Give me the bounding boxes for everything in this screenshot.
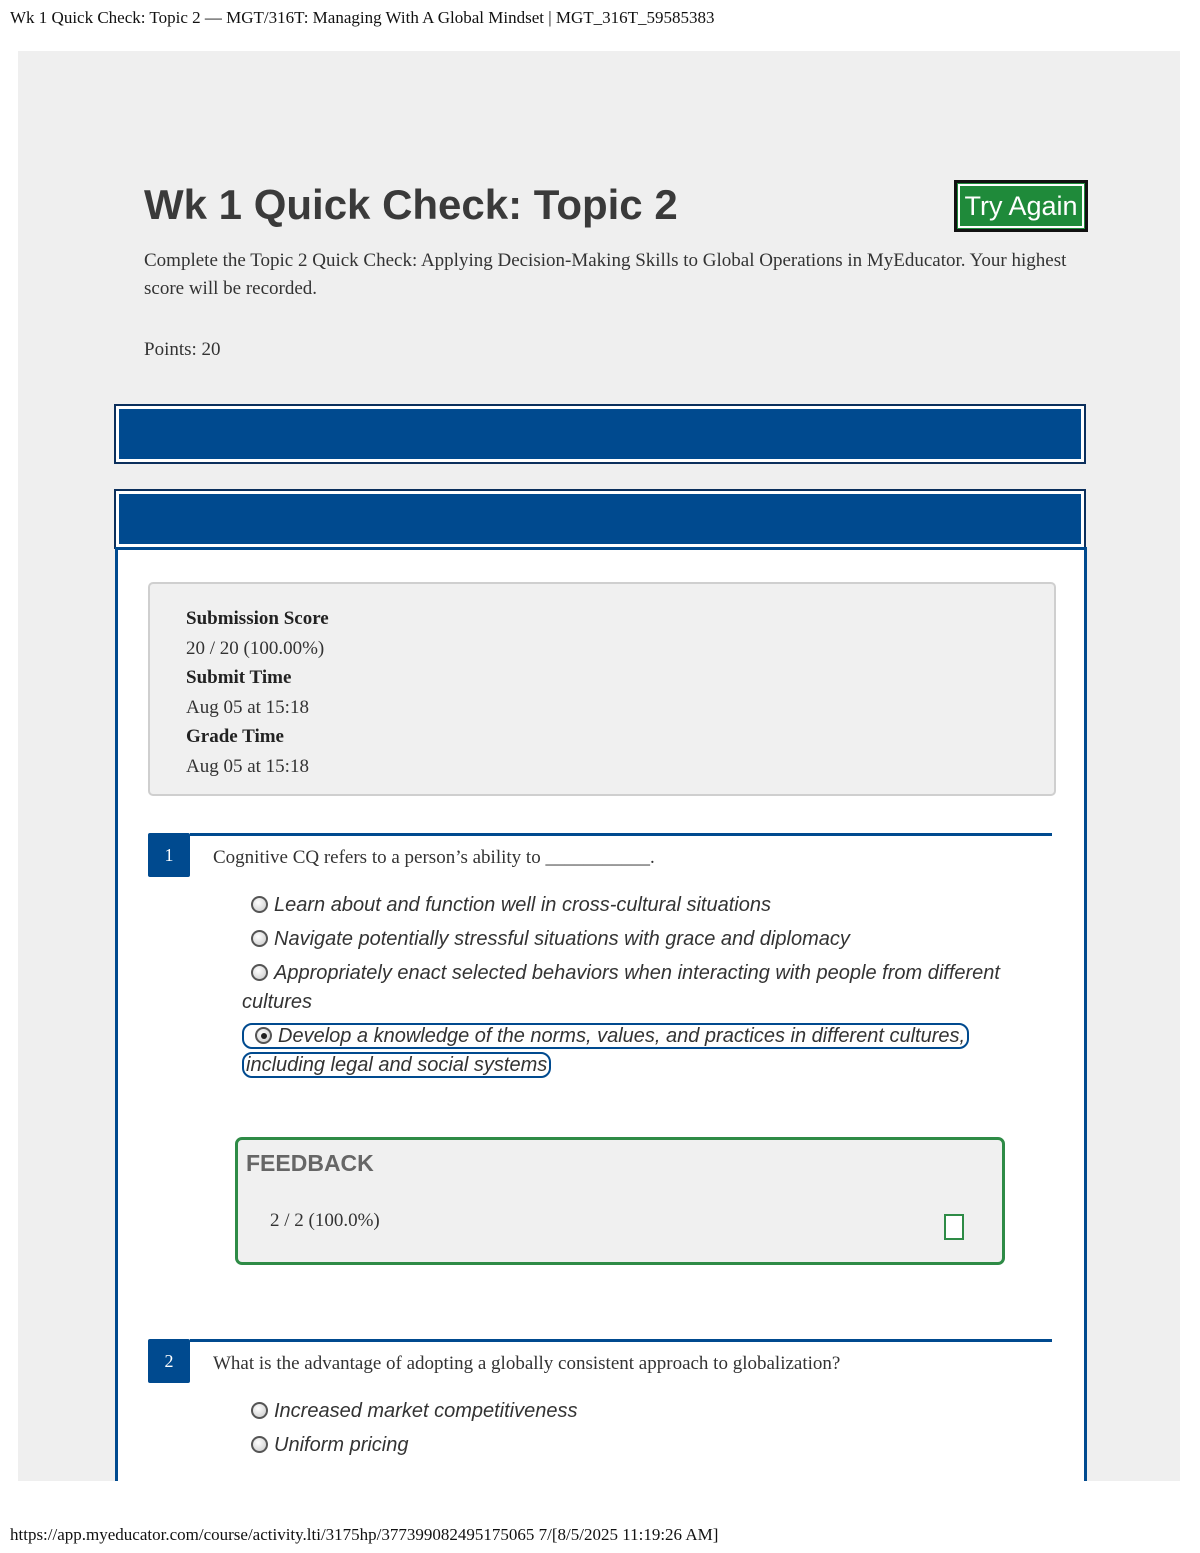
grade-time-label: Grade Time <box>186 726 284 747</box>
answer-option-label: Develop a knowledge of the norms, values… <box>246 1025 966 1076</box>
submit-time-label: Submit Time <box>186 667 292 688</box>
grade-time-value: Aug 05 at 15:18 <box>186 755 309 777</box>
answer-option-selected[interactable]: Develop a knowledge of the norms, values… <box>242 1022 1002 1080</box>
submit-time-value: Aug 05 at 15:18 <box>186 696 309 718</box>
answer-option[interactable]: Increased market competitiveness <box>242 1397 1002 1426</box>
answer-option[interactable]: Navigate potentially stressful situation… <box>242 925 1002 954</box>
submission-score-label: Submission Score <box>186 608 329 629</box>
page-title: Wk 1 Quick Check: Topic 2 <box>144 181 678 228</box>
radio-unchecked-icon[interactable] <box>251 1402 268 1419</box>
question-divider <box>190 1339 1052 1342</box>
answer-option[interactable]: Appropriately enact selected behaviors w… <box>242 959 1002 1017</box>
radio-unchecked-icon[interactable] <box>251 1436 268 1453</box>
print-header: Wk 1 Quick Check: Topic 2 — MGT/316T: Ma… <box>10 8 715 27</box>
assignment-description: Complete the Topic 2 Quick Check: Applyi… <box>144 250 1067 299</box>
answer-option[interactable]: Uniform pricing <box>242 1431 1002 1460</box>
assignment-page: Wk 1 Quick Check: Topic 2 Try Again Comp… <box>18 51 1180 1481</box>
answer-option-label: Learn about and function well in cross-c… <box>274 894 771 916</box>
results-panel: Submission Score 20 / 20 (100.00%) Submi… <box>115 547 1087 1481</box>
answer-option-label: Appropriately enact selected behaviors w… <box>242 962 1000 1013</box>
radio-unchecked-icon[interactable] <box>251 896 268 913</box>
question-text: What is the advantage of adopting a glob… <box>213 1353 841 1374</box>
radio-unchecked-icon[interactable] <box>251 964 268 981</box>
radio-unchecked-icon[interactable] <box>251 930 268 947</box>
feedback-panel: FEEDBACK 2 / 2 (100.0%) <box>235 1137 1005 1265</box>
question-number-badge: 2 <box>148 1339 190 1383</box>
correct-check-icon <box>944 1214 964 1240</box>
feedback-title: FEEDBACK <box>246 1150 374 1176</box>
radio-checked-icon[interactable] <box>255 1027 272 1044</box>
answer-option-label: Increased market competitiveness <box>274 1400 578 1422</box>
question-number-badge: 1 <box>148 833 190 877</box>
print-footer-url: https://app.myeducator.com/course/activi… <box>10 1525 719 1544</box>
feedback-score: 2 / 2 (100.0%) <box>270 1210 380 1231</box>
submission-score-value: 20 / 20 (100.00%) <box>186 637 325 659</box>
answer-option-label: Uniform pricing <box>274 1434 409 1456</box>
results-header-bar <box>114 489 1086 549</box>
section-header-bar <box>114 404 1086 464</box>
points-label: Points: 20 <box>144 339 221 360</box>
question-divider <box>190 833 1052 836</box>
answer-option-label: Navigate potentially stressful situation… <box>274 928 850 950</box>
submission-summary: Submission Score 20 / 20 (100.00%) Submi… <box>148 582 1056 796</box>
try-again-button[interactable]: Try Again <box>954 180 1088 232</box>
answer-option[interactable]: Learn about and function well in cross-c… <box>242 891 1002 920</box>
question-text: Cognitive CQ refers to a person’s abilit… <box>213 847 655 868</box>
